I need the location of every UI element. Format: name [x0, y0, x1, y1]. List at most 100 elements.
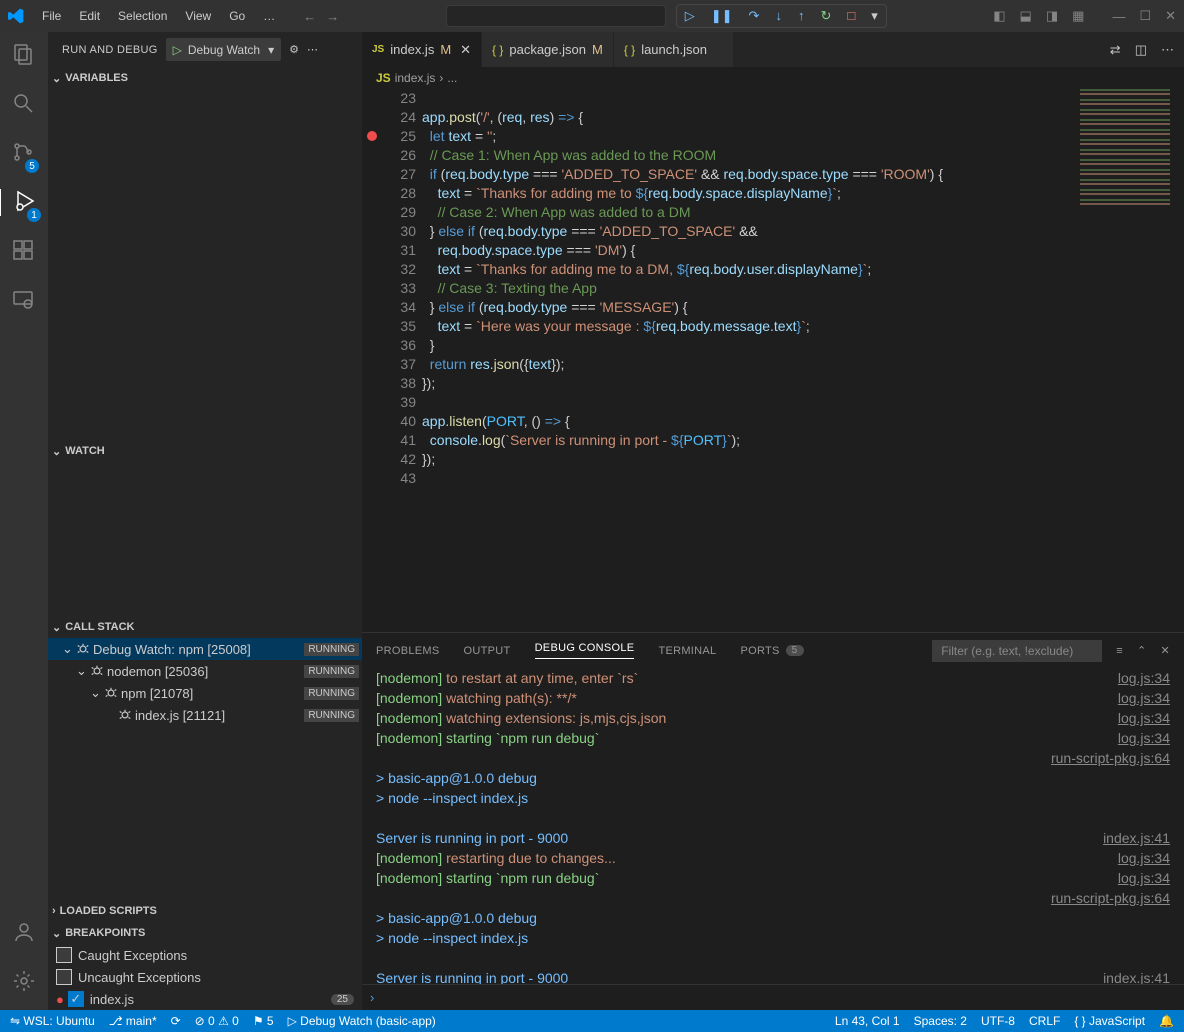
step-into-icon[interactable]: ↓: [775, 8, 782, 24]
callstack-row[interactable]: ⌄Debug Watch: npm [25008]RUNNING: [48, 638, 362, 660]
gear-icon[interactable]: ⚙: [289, 43, 299, 56]
breakpoint-row[interactable]: Caught Exceptions: [48, 944, 362, 966]
layout-toggle-right-icon[interactable]: ◨: [1046, 8, 1058, 24]
panel-tab-terminal[interactable]: TERMINAL: [658, 645, 716, 657]
nav-forward-icon[interactable]: →: [326, 9, 339, 24]
status-item[interactable]: { } JavaScript: [1074, 1014, 1145, 1028]
console-source-link[interactable]: index.js:41: [1103, 968, 1170, 984]
section-loaded-scripts[interactable]: ›LOADED SCRIPTS: [48, 900, 362, 922]
debug-config-select[interactable]: ▷ Debug Watch ▾: [166, 38, 282, 61]
status-item[interactable]: ⊘ 0 ⚠ 0: [195, 1014, 239, 1028]
menu-file[interactable]: File: [34, 5, 69, 27]
tab-launch.json[interactable]: { }launch.json: [614, 32, 734, 67]
menu-edit[interactable]: Edit: [71, 5, 108, 27]
console-source-link[interactable]: log.js:34: [1118, 728, 1170, 748]
nav-back-icon[interactable]: ←: [303, 9, 316, 24]
section-breakpoints[interactable]: ⌄BREAKPOINTS: [48, 922, 362, 944]
code-line[interactable]: 40app.listen(PORT, () => {: [362, 412, 1184, 431]
compare-icon[interactable]: ⇄: [1110, 42, 1121, 58]
clear-console-icon[interactable]: ⌃: [1137, 644, 1147, 657]
start-debug-icon[interactable]: ▷: [173, 43, 182, 57]
status-item[interactable]: ⎇ main*: [109, 1014, 157, 1028]
minimap[interactable]: [1080, 89, 1170, 209]
code-editor[interactable]: 2324app.post('/', (req, res) => {25 let …: [362, 89, 1184, 632]
console-source-link[interactable]: log.js:34: [1118, 868, 1170, 888]
debug-console-output[interactable]: [nodemon] to restart at any time, enter …: [362, 668, 1184, 984]
code-line[interactable]: 33 // Case 3: Texting the App: [362, 279, 1184, 298]
console-source-link[interactable]: run-script-pkg.js:64: [1051, 888, 1170, 908]
section-variables[interactable]: ⌄VARIABLES: [48, 67, 362, 89]
split-icon[interactable]: ◫: [1135, 42, 1147, 58]
debug-dropdown-icon[interactable]: ▾: [871, 8, 878, 24]
code-line[interactable]: 32 text = `Thanks for adding me to a DM,…: [362, 260, 1184, 279]
console-source-link[interactable]: log.js:34: [1118, 688, 1170, 708]
code-line[interactable]: 27 if (req.body.type === 'ADDED_TO_SPACE…: [362, 165, 1184, 184]
console-source-link[interactable]: log.js:34: [1118, 708, 1170, 728]
code-line[interactable]: 38});: [362, 374, 1184, 393]
more-icon[interactable]: ⋯: [307, 43, 318, 56]
checkbox[interactable]: [56, 947, 72, 963]
layout-toggle-bottom-icon[interactable]: ⬓: [1020, 8, 1032, 24]
status-item[interactable]: ⟳: [171, 1014, 181, 1028]
code-line[interactable]: 26 // Case 1: When App was added to the …: [362, 146, 1184, 165]
status-item[interactable]: ⇋ WSL: Ubuntu: [10, 1014, 95, 1028]
more-icon[interactable]: ⋯: [1161, 42, 1174, 58]
code-line[interactable]: 31 req.body.space.type === 'DM') {: [362, 241, 1184, 260]
status-item[interactable]: Spaces: 2: [914, 1014, 967, 1028]
code-line[interactable]: 30 } else if (req.body.type === 'ADDED_T…: [362, 222, 1184, 241]
minimize-icon[interactable]: —: [1112, 9, 1125, 24]
status-item[interactable]: Ln 43, Col 1: [835, 1014, 900, 1028]
console-source-link[interactable]: log.js:34: [1118, 668, 1170, 688]
command-center[interactable]: [446, 5, 666, 27]
console-source-link[interactable]: log.js:34: [1118, 848, 1170, 868]
layout-customize-icon[interactable]: ▦: [1072, 8, 1084, 24]
restart-icon[interactable]: ↻: [820, 8, 831, 24]
activity-extensions[interactable]: [0, 238, 49, 265]
activity-explorer[interactable]: [0, 42, 49, 69]
status-item[interactable]: CRLF: [1029, 1014, 1060, 1028]
activity-search[interactable]: [0, 91, 49, 118]
section-watch[interactable]: ⌄WATCH: [48, 440, 362, 462]
code-line[interactable]: 24app.post('/', (req, res) => {: [362, 108, 1184, 127]
activity-remote[interactable]: [0, 287, 49, 314]
code-line[interactable]: 35 text = `Here was your message : ${req…: [362, 317, 1184, 336]
status-item[interactable]: ⚑ 5: [253, 1014, 274, 1028]
layout-toggle-left-icon[interactable]: ◧: [993, 8, 1005, 24]
code-line[interactable]: 36 }: [362, 336, 1184, 355]
checkbox[interactable]: ✓: [68, 991, 84, 1007]
console-source-link[interactable]: index.js:41: [1103, 828, 1170, 848]
close-panel-icon[interactable]: ✕: [1160, 644, 1170, 657]
section-callstack[interactable]: ⌄CALL STACK: [48, 616, 362, 638]
code-line[interactable]: 34 } else if (req.body.type === 'MESSAGE…: [362, 298, 1184, 317]
callstack-row[interactable]: ⌄npm [21078]RUNNING: [48, 682, 362, 704]
code-line[interactable]: 23: [362, 89, 1184, 108]
maximize-icon[interactable]: ☐: [1139, 8, 1151, 24]
code-line[interactable]: 39: [362, 393, 1184, 412]
code-line[interactable]: 28 text = `Thanks for adding me to ${req…: [362, 184, 1184, 203]
breakpoint-row[interactable]: ●✓index.js25: [48, 988, 362, 1010]
status-item[interactable]: 🔔: [1159, 1014, 1174, 1028]
checkbox[interactable]: [56, 969, 72, 985]
tree-view-icon[interactable]: ≡: [1116, 645, 1123, 657]
settings-gear-icon[interactable]: [12, 969, 36, 996]
code-line[interactable]: 42});: [362, 450, 1184, 469]
code-line[interactable]: 41 console.log(`Server is running in por…: [362, 431, 1184, 450]
status-item[interactable]: UTF-8: [981, 1014, 1015, 1028]
callstack-row[interactable]: index.js [21121]RUNNING: [48, 704, 362, 726]
stop-icon[interactable]: □: [847, 8, 855, 24]
menu-view[interactable]: View: [177, 5, 219, 27]
code-line[interactable]: 43: [362, 469, 1184, 488]
step-over-icon[interactable]: ↷: [749, 8, 760, 24]
breadcrumb[interactable]: JS index.js › ...: [362, 67, 1184, 89]
accounts-icon[interactable]: [12, 920, 36, 947]
console-filter-input[interactable]: Filter (e.g. text, !exclude): [932, 640, 1102, 662]
menu-selection[interactable]: Selection: [110, 5, 175, 27]
code-line[interactable]: 29 // Case 2: When App was added to a DM: [362, 203, 1184, 222]
pause-icon[interactable]: ❚❚: [711, 8, 733, 24]
menu-…[interactable]: …: [255, 5, 283, 27]
status-item[interactable]: ▷ Debug Watch (basic-app): [288, 1014, 436, 1028]
breakpoint-dot-icon[interactable]: [367, 131, 377, 141]
breakpoint-row[interactable]: Uncaught Exceptions: [48, 966, 362, 988]
continue-icon[interactable]: ▷: [685, 8, 695, 24]
tab-close-icon[interactable]: ✕: [460, 42, 471, 58]
